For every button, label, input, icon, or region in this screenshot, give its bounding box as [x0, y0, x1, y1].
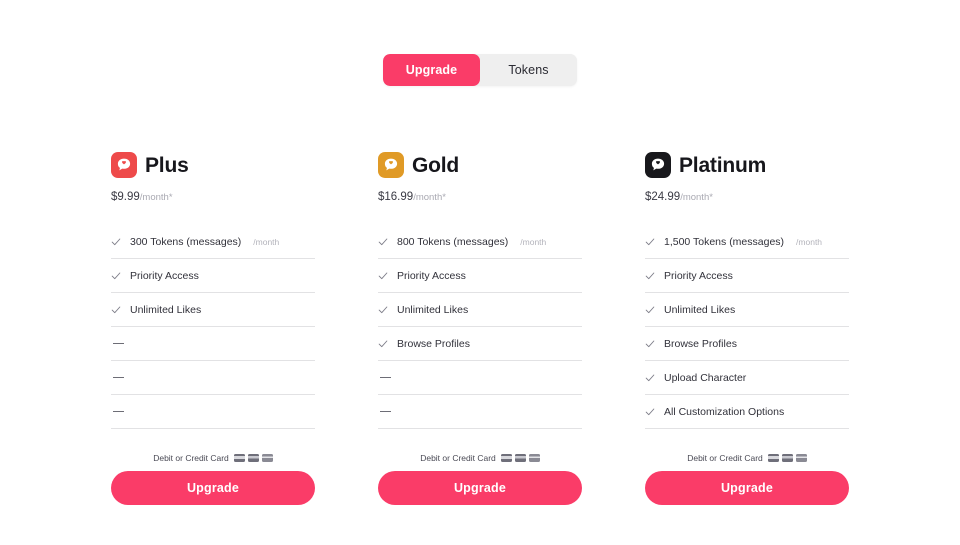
card-mastercard-icon	[514, 454, 526, 462]
feature-row: Browse Profiles	[645, 327, 849, 361]
card-logos	[500, 454, 540, 462]
plan-name: Plus	[145, 153, 189, 177]
card-mastercard-icon	[247, 454, 259, 462]
feature-row: Unlimited Likes	[378, 293, 582, 327]
plan-price-period: /month*	[139, 192, 173, 203]
card-amex-icon	[795, 454, 807, 462]
feature-row-empty	[378, 361, 582, 395]
feature-label: All Customization Options	[664, 405, 785, 418]
plan-price-amount: $16.99	[378, 191, 414, 203]
plan-price: $16.99/month*	[378, 191, 582, 203]
speech-bubble-heart-icon	[645, 152, 671, 178]
empty-dash-icon	[113, 342, 124, 345]
plan-name: Platinum	[679, 153, 767, 177]
feature-label: Priority Access	[397, 269, 466, 282]
tab-tokens[interactable]: Tokens	[480, 54, 577, 86]
feature-label: Unlimited Likes	[397, 303, 469, 316]
toggle-group: Upgrade Tokens	[383, 54, 577, 86]
card-amex-icon	[528, 454, 540, 462]
plan-price-amount: $24.99	[645, 191, 681, 203]
feature-row-empty	[111, 361, 315, 395]
feature-label: 800 Tokens (messages)	[397, 235, 509, 248]
card-logos	[233, 454, 273, 462]
plan-mode-toggle: Upgrade Tokens	[0, 54, 960, 86]
plan-price-period: /month*	[680, 192, 713, 203]
feature-label: 300 Tokens (messages)	[130, 235, 242, 248]
upgrade-button-gold[interactable]: Upgrade	[378, 471, 582, 505]
plan-features: 800 Tokens (messages) /month Priority Acce…	[378, 225, 582, 429]
feature-label: Unlimited Likes	[130, 303, 202, 316]
card-visa-icon	[500, 454, 512, 462]
feature-row: 800 Tokens (messages) /month	[378, 225, 582, 259]
empty-dash-icon	[380, 410, 391, 413]
plan-card-plus: Plus $9.99/month* 300 Tokens (messages) /mo…	[111, 150, 315, 505]
tab-upgrade[interactable]: Upgrade	[383, 54, 480, 86]
plan-price-amount: $9.99	[111, 191, 140, 203]
speech-bubble-heart-icon	[378, 152, 404, 178]
feature-row: Priority Access	[378, 259, 582, 293]
upgrade-button-plus[interactable]: Upgrade	[111, 471, 315, 505]
empty-dash-icon	[380, 376, 391, 379]
plan-name: Gold	[412, 153, 460, 177]
empty-dash-icon	[113, 376, 124, 379]
feature-sublabel: /month	[520, 236, 547, 247]
feature-label: Priority Access	[664, 269, 733, 282]
feature-row-empty	[111, 327, 315, 361]
payment-label: Debit or Credit Card	[687, 453, 763, 463]
plan-card-gold: Gold $16.99/month* 800 Tokens (messages) /m…	[378, 150, 582, 505]
payment-methods: Debit or Credit Card	[111, 453, 315, 463]
feature-sublabel: /month	[796, 236, 823, 247]
payment-methods: Debit or Credit Card	[645, 453, 849, 463]
feature-label: Browse Profiles	[397, 337, 470, 350]
plan-features: 300 Tokens (messages) /month Priority Acce…	[111, 225, 315, 429]
payment-methods: Debit or Credit Card	[378, 453, 582, 463]
feature-row: Priority Access	[111, 259, 315, 293]
feature-row: 1,500 Tokens (messages) /month	[645, 225, 849, 259]
card-mastercard-icon	[781, 454, 793, 462]
card-visa-icon	[767, 454, 779, 462]
feature-row-empty	[111, 395, 315, 429]
speech-bubble-heart-icon	[111, 152, 137, 178]
feature-sublabel: /month	[253, 236, 280, 247]
pricing-plans: Plus $9.99/month* 300 Tokens (messages) /mo…	[0, 150, 960, 505]
plan-price-period: /month*	[413, 192, 446, 203]
feature-label: Unlimited Likes	[664, 303, 736, 316]
feature-label: 1,500 Tokens (messages)	[664, 235, 785, 248]
feature-row: Browse Profiles	[378, 327, 582, 361]
feature-label: Browse Profiles	[664, 337, 737, 350]
feature-row: Unlimited Likes	[111, 293, 315, 327]
plan-header: Platinum	[645, 150, 849, 180]
payment-label: Debit or Credit Card	[153, 453, 229, 463]
feature-row-empty	[378, 395, 582, 429]
plan-header: Plus	[111, 150, 315, 180]
feature-label: Upload Character	[664, 371, 747, 384]
plan-card-platinum: Platinum $24.99/month* 1,500 Tokens (messa…	[645, 150, 849, 505]
card-amex-icon	[261, 454, 273, 462]
upgrade-button-platinum[interactable]: Upgrade	[645, 471, 849, 505]
feature-row: Upload Character	[645, 361, 849, 395]
feature-row: All Customization Options	[645, 395, 849, 429]
card-visa-icon	[233, 454, 245, 462]
empty-dash-icon	[113, 410, 124, 413]
card-logos	[767, 454, 807, 462]
plan-price: $24.99/month*	[645, 191, 849, 203]
plan-features: 1,500 Tokens (messages) /month Priority Ac…	[645, 225, 849, 429]
plan-header: Gold	[378, 150, 582, 180]
feature-row: Unlimited Likes	[645, 293, 849, 327]
payment-label: Debit or Credit Card	[420, 453, 496, 463]
feature-label: Priority Access	[130, 269, 199, 282]
plan-price: $9.99/month*	[111, 191, 315, 203]
feature-row: Priority Access	[645, 259, 849, 293]
feature-row: 300 Tokens (messages) /month	[111, 225, 315, 259]
